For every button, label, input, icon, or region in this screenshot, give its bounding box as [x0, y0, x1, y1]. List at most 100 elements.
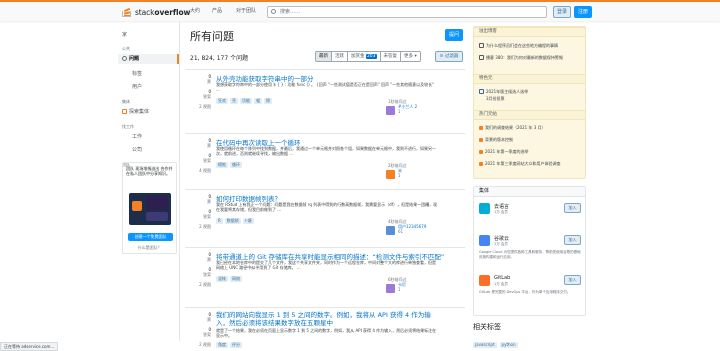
question-count: 21, 824, 177 个问题: [190, 55, 249, 62]
nav-jobs[interactable]: 工作: [132, 133, 142, 140]
sort-tabs: 最新 活跃 加赏金 203 未答复 更多 ▾: [315, 51, 421, 62]
tab-active[interactable]: 活跃: [332, 52, 348, 61]
tag[interactable]: 擦: [264, 98, 272, 104]
stackoverflow-icon: [479, 126, 483, 130]
collective-members: 1万 会员: [494, 210, 508, 214]
tag[interactable]: 网络: [230, 276, 242, 282]
tag[interactable]: 功能: [240, 98, 252, 104]
question-item: 0 票 0 答案 2 视图 将带通道上的 Git 存储库在共享时能显示相同的描述：“检测…: [185, 247, 465, 307]
page-title: 所有问题: [190, 30, 234, 43]
collectives-widget: 集体 去语言 1万 会员 加入 谷歌云 1万 会员 加入 Google Clou…: [473, 186, 586, 316]
tag[interactable]: 数据帧: [224, 218, 241, 224]
hot-meta-item[interactable]: 2021 年第三季度网站大众和用户体验调查: [479, 161, 583, 166]
tag[interactable]: 角度: [216, 342, 228, 348]
question-tags: 角度 评分: [216, 342, 242, 348]
collective-description: Google Cloud 为您提供各种工具和服务，帮助您使用谷歌的基础设施构建和…: [479, 250, 581, 259]
create-team-button[interactable]: 创建一个免费团队: [128, 233, 173, 241]
go-logo-icon[interactable]: [479, 203, 490, 214]
tag[interactable]: 评分: [230, 342, 242, 348]
tag[interactable]: 狂欢: [216, 98, 228, 104]
blog-widget: 溢出博客 为什么程序员们会在这些地方编程的事情 播客 380：我们为何对最新的数…: [473, 26, 586, 179]
filter-button[interactable]: ≡ 过滤器: [435, 51, 463, 62]
collective-name[interactable]: GitLab: [494, 275, 510, 281]
question-excerpt: 我想获取字符串中的一部分使用 $ { } : 功能 func () 。 {回声 …: [216, 82, 434, 92]
main-content: 所有问题 提问 21, 824, 177 个问题 最新 活跃 加赏金 203 未…: [185, 21, 465, 351]
search-input[interactable]: 搜索……: [267, 6, 547, 18]
avatar[interactable]: [386, 284, 395, 293]
hot-meta-item[interactable]: 2021 年第一季度的选举: [479, 149, 583, 154]
tag[interactable]: r-塘: [242, 218, 254, 224]
stackoverflow-logo[interactable]: stackoverflow: [122, 5, 190, 19]
message-icon: [479, 89, 484, 94]
question-item: 0 票 0 答案 4 视图 在代码中再次读取上一个循环 我使用循环在每个阵列中找到数据，…: [185, 133, 465, 189]
tag[interactable]: 蟒蛇: [216, 162, 228, 168]
related-tags-list: javascript python: [473, 342, 518, 348]
question-item: 0 票 0 答案 2 视图 从外壳功能获取字符串中的一部分 我想获取字符串中的一部分使用…: [185, 69, 465, 133]
blog-item[interactable]: 为什么程序员们会在这些地方编程的事情: [479, 43, 583, 48]
ask-question-button[interactable]: 提问: [445, 29, 463, 41]
tag[interactable]: R: [216, 218, 223, 224]
collective-description: GitLab 是完整的 DevOps 平台，作为单个应用程序交付。: [479, 290, 571, 294]
collective-item: 去语言 1万 会员 加入: [479, 203, 583, 233]
nav-companies[interactable]: 公司: [132, 146, 142, 153]
avatar[interactable]: [386, 170, 395, 179]
pencil-icon: [479, 55, 484, 60]
tag[interactable]: javascript: [473, 342, 497, 348]
question-stats: 0 票 0 答案 4 视图: [199, 138, 211, 173]
globe-icon: [122, 56, 127, 61]
blog-item[interactable]: 播客 380：我们为何对最新的数据保持警惕: [479, 55, 583, 60]
login-button[interactable]: 登录: [553, 6, 571, 18]
nav-tags[interactable]: 标签: [132, 70, 142, 77]
avatar[interactable]: [386, 226, 395, 235]
stackoverflow-icon: [479, 162, 483, 166]
search-icon: [271, 9, 276, 14]
signup-button[interactable]: 注册: [574, 6, 592, 18]
browser-status-bar: 正在等待 adservice.com...: [0, 342, 59, 351]
nav-public-caption: 公共: [122, 46, 130, 51]
collectives-icon: [122, 109, 127, 114]
related-tags-title: 相关标签: [473, 323, 501, 331]
collective-members: 1万 会员: [494, 242, 508, 246]
user-card: 6秒前问过 卡尼 1: [386, 277, 407, 293]
join-button[interactable]: 加入: [564, 235, 581, 245]
tag[interactable]: 嘘: [254, 98, 262, 104]
hot-meta-item[interactable]: 我们的调查结果（2021 年 3 月）: [479, 125, 583, 130]
what-is-teams-link[interactable]: 什么是团队？: [123, 245, 176, 251]
tab-bountied[interactable]: 加赏金 203: [348, 52, 381, 61]
nav-for-teams[interactable]: 对于团队: [236, 7, 256, 14]
question-tags: R 数据帧 r-塘: [216, 218, 254, 224]
nav-questions[interactable]: 问题: [118, 54, 179, 64]
hot-meta-item[interactable]: 背景的版本控制: [479, 137, 583, 142]
tab-unanswered[interactable]: 未答复: [381, 52, 402, 61]
teams-promo: 团队 现场堆栈溢出 合作并在私人团队中分享知识。 创建一个免费团队 什么是团队？: [122, 162, 177, 254]
tab-newest[interactable]: 最新: [316, 52, 332, 61]
featured-item[interactable]: 2021年版主候选人选举: [479, 89, 583, 94]
user-card: 1秒前问过 #小兰人 2 1: [386, 99, 417, 115]
nav-users[interactable]: 用户: [132, 83, 142, 90]
question-stats: 0 票 0 答案 2 视图: [199, 312, 211, 347]
nav-home[interactable]: 家: [122, 31, 127, 38]
question-excerpt: 我已经在本地仓库中的提交了几个文件，我这个共享文件夹，同时作为一个远程仓库，中间…: [216, 260, 436, 270]
join-button[interactable]: 加入: [564, 203, 581, 213]
collective-name[interactable]: 去语言: [494, 203, 509, 210]
question-item: 0 票 0 答案 2 视图 我们的网站向我显示 1 到 5 之间的数字。例如，我将从 A…: [185, 307, 465, 351]
question-title[interactable]: 我们的网站向我显示 1 到 5 之间的数字。例如，我将从 API 获得 4 作为…: [216, 311, 438, 327]
gitlab-logo-icon[interactable]: [479, 275, 490, 286]
stackoverflow-icon: [479, 138, 483, 142]
featured-item[interactable]: 3月份投票: [479, 96, 583, 101]
google-cloud-logo-icon[interactable]: [479, 235, 490, 246]
tab-more[interactable]: 更多 ▾: [401, 52, 420, 61]
nav-about[interactable]: 大约: [190, 7, 200, 14]
collective-item: 谷歌云 1万 会员 加入 Google Cloud 为您提供各种工具和服务，帮助…: [479, 235, 583, 273]
tag[interactable]: python: [499, 342, 518, 348]
tag[interactable]: 混帐: [216, 276, 228, 282]
tag[interactable]: 循环: [230, 162, 242, 168]
join-button[interactable]: 加入: [564, 275, 581, 285]
logo-text: stackoverflow: [135, 7, 191, 17]
nav-products[interactable]: 产品: [212, 7, 222, 14]
collective-name[interactable]: 谷歌云: [494, 235, 509, 242]
teams-illustration: [129, 193, 171, 225]
nav-explore-collectives[interactable]: 探索集体: [122, 108, 149, 115]
avatar[interactable]: [386, 106, 395, 115]
tag[interactable]: 壳: [230, 98, 238, 104]
